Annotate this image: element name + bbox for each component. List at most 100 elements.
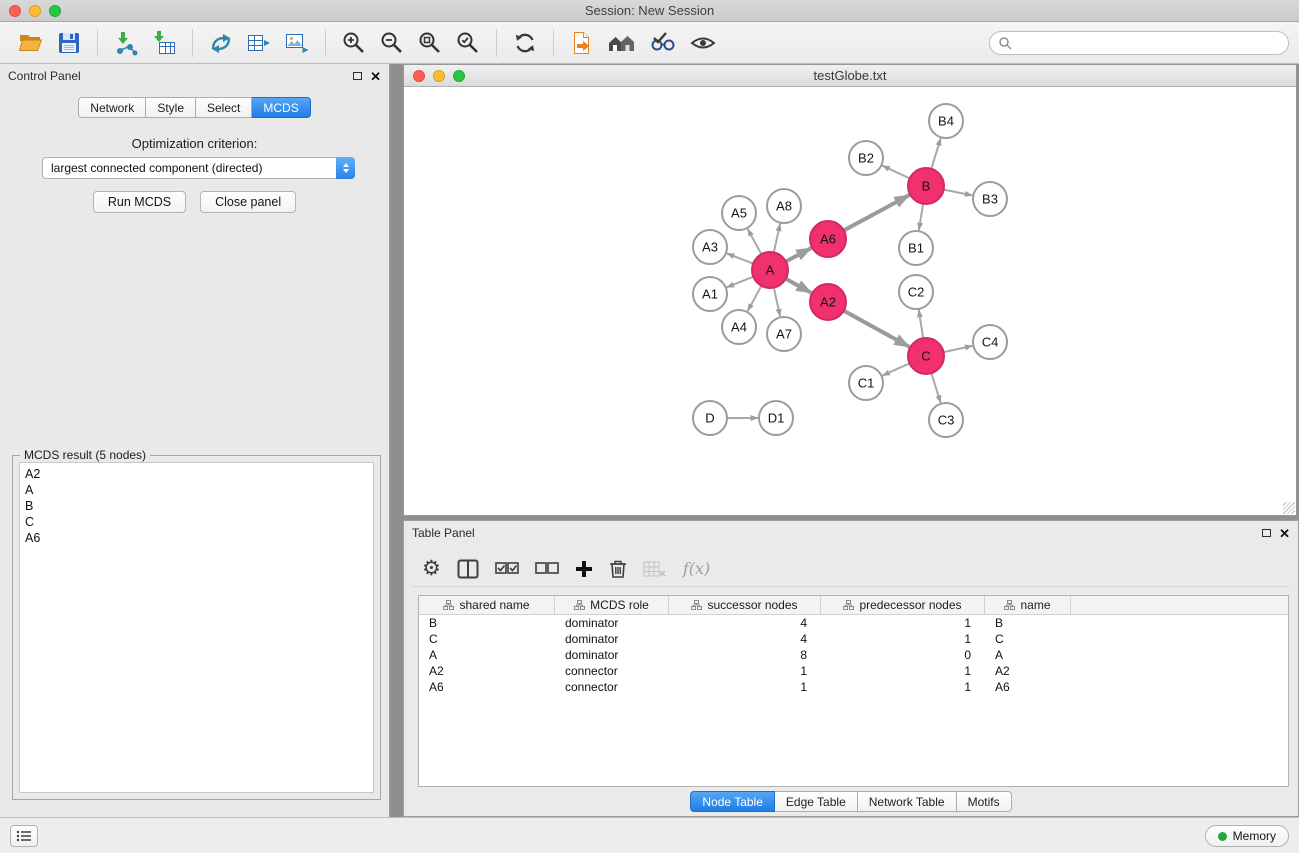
graph-node-B4[interactable]: B4 [929,104,963,138]
export-table-button[interactable] [244,28,274,58]
deselect-all-button[interactable] [535,562,559,575]
optimization-criterion-dropdown[interactable]: largest connected component (directed) [42,157,355,179]
table-row[interactable]: Bdominator41B [419,615,1288,631]
graph-node-B[interactable]: B [908,168,944,204]
tab-style[interactable]: Style [146,97,196,118]
tab-mcds[interactable]: MCDS [252,97,310,118]
trash-icon [609,559,627,579]
graph-node-A5[interactable]: A5 [722,196,756,230]
toggle-graphics-details-button[interactable] [647,28,679,58]
table-settings-button[interactable]: ⚙ [422,558,441,579]
tab-network-table[interactable]: Network Table [858,791,957,812]
search-input[interactable] [1012,36,1280,50]
open-session-file-button[interactable] [567,28,597,58]
export-image-button[interactable] [282,28,312,58]
close-panel-button[interactable]: ✕ [370,70,381,83]
table-cell: C [985,632,1071,646]
network-canvas[interactable]: B4 B2 B B3 A5 A8 A6 B1 A3 A C2 A1 A2 A4 A7 C4 C C1 C3 D D1 [404,87,1296,515]
network-close-button[interactable] [413,70,425,82]
task-history-button[interactable] [10,825,38,847]
close-window-button[interactable] [9,5,21,17]
graph-node-A7[interactable]: A7 [767,317,801,351]
delete-column-button[interactable] [609,559,627,579]
table-float-button[interactable] [1262,529,1271,537]
graph-node-C1[interactable]: C1 [849,366,883,400]
zoom-out-button[interactable] [377,28,407,58]
zoom-selected-button[interactable] [453,28,483,58]
open-folder-button[interactable] [16,28,46,58]
select-all-button[interactable] [495,562,519,575]
graph-node-A4[interactable]: A4 [722,310,756,344]
column-header-predecessor-nodes[interactable]: predecessor nodes [821,596,985,614]
result-item[interactable]: A2 [25,466,368,482]
table-cell: 8 [669,648,821,662]
graph-node-D1[interactable]: D1 [759,401,793,435]
zoom-in-button[interactable] [339,28,369,58]
tab-motifs[interactable]: Motifs [957,791,1012,812]
network-zoom-button[interactable] [453,70,465,82]
import-table-button[interactable] [149,28,179,58]
network-minimize-button[interactable] [433,70,445,82]
save-session-button[interactable] [54,28,84,58]
select-columns-button[interactable] [457,559,479,579]
graph-edge-A2-C [844,311,910,347]
result-item[interactable]: A [25,482,368,498]
show-home-networks-button[interactable] [605,28,639,58]
table-row[interactable]: A2connector11A2 [419,663,1288,679]
mcds-result-list[interactable]: A2ABCA6 [19,462,374,793]
table-close-button[interactable]: ✕ [1279,527,1290,540]
minimize-window-button[interactable] [29,5,41,17]
graph-node-C[interactable]: C [908,338,944,374]
graph-node-A[interactable]: A [752,252,788,288]
graph-node-A3[interactable]: A3 [693,230,727,264]
result-item[interactable]: C [25,514,368,530]
result-item[interactable]: A6 [25,530,368,546]
result-item[interactable]: B [25,498,368,514]
memory-label: Memory [1233,829,1276,843]
modify-network-button[interactable] [206,28,236,58]
table-cell: A [419,648,555,662]
table-cell: dominator [555,616,669,630]
memory-button[interactable]: Memory [1205,825,1289,847]
table-row[interactable]: Adominator80A [419,647,1288,663]
function-builder-button[interactable]: f(x) [683,559,710,578]
tab-node-table[interactable]: Node Table [690,791,775,812]
show-hide-panel-button[interactable] [687,28,719,58]
tab-select[interactable]: Select [196,97,252,118]
search-field[interactable] [989,31,1289,55]
column-header-successor-nodes[interactable]: successor nodes [669,596,821,614]
graph-node-B3[interactable]: B3 [973,182,1007,216]
graph-node-A8[interactable]: A8 [767,189,801,223]
resize-grip[interactable] [1283,502,1295,514]
tab-network[interactable]: Network [78,97,146,118]
column-header-MCDS-role[interactable]: MCDS role [555,596,669,614]
network-window-title: testGlobe.txt [814,68,887,83]
graph-node-C4[interactable]: C4 [973,325,1007,359]
zoom-window-button[interactable] [49,5,61,17]
close-panel-button-2[interactable]: Close panel [200,191,296,213]
tab-edge-table[interactable]: Edge Table [775,791,858,812]
graph-node-C2[interactable]: C2 [899,275,933,309]
add-column-button[interactable] [575,560,593,578]
table-row[interactable]: Cdominator41C [419,631,1288,647]
refresh-view-button[interactable] [510,28,540,58]
zoom-fit-button[interactable] [415,28,445,58]
svg-text:A5: A5 [731,206,747,221]
table-row[interactable]: A6connector11A6 [419,679,1288,695]
import-network-button[interactable] [111,28,141,58]
run-mcds-button[interactable]: Run MCDS [93,191,186,213]
toolbar-separator [325,29,326,57]
graph-node-B2[interactable]: B2 [849,141,883,175]
column-header-name[interactable]: name [985,596,1071,614]
float-panel-button[interactable] [353,72,362,80]
graph-node-B1[interactable]: B1 [899,231,933,265]
table-cell: 1 [821,632,985,646]
graph-node-A2[interactable]: A2 [810,284,846,320]
svg-text:B1: B1 [908,241,924,256]
graph-node-D[interactable]: D [693,401,727,435]
column-header-shared-name[interactable]: shared name [419,596,555,614]
clear-table-button[interactable] [643,560,667,578]
graph-node-C3[interactable]: C3 [929,403,963,437]
graph-node-A1[interactable]: A1 [693,277,727,311]
graph-node-A6[interactable]: A6 [810,221,846,257]
